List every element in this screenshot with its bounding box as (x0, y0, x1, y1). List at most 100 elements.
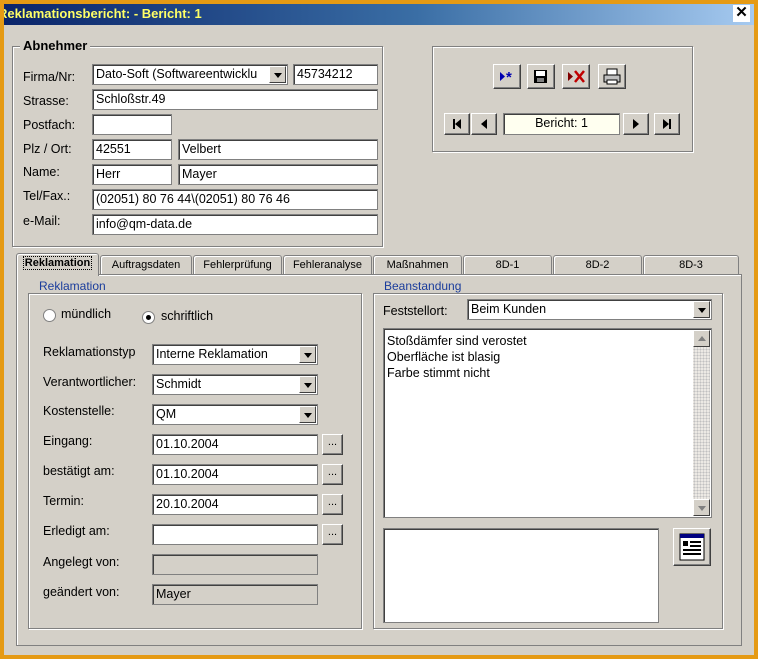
new-record-button[interactable]: * (493, 64, 521, 89)
name-field[interactable]: Mayer (178, 164, 378, 185)
geaendert-field: Mayer (152, 584, 318, 605)
close-icon: ✕ (735, 4, 748, 21)
report-sheet-icon (679, 533, 705, 561)
chevron-down-icon[interactable] (693, 301, 710, 318)
svg-text:*: * (506, 69, 512, 86)
kostenstelle-value: QM (156, 407, 177, 421)
reklamationstyp-value: Interne Reklamation (156, 347, 268, 361)
chevron-down-icon[interactable] (299, 346, 316, 363)
tel-fax-field[interactable]: (02051) 80 76 44\(02051) 80 76 46 (92, 189, 378, 210)
tab-8d-2-label: 8D-2 (585, 259, 610, 271)
tab-8d-1[interactable]: 8D-1 (463, 255, 552, 275)
last-record-button[interactable] (654, 113, 680, 135)
next-record-button[interactable] (623, 113, 649, 135)
anrede-field[interactable]: Herr (92, 164, 172, 185)
radio-muendlich-label: mündlich (61, 307, 112, 321)
tab-8d-1-label: 8D-1 (495, 259, 520, 271)
delete-record-button[interactable] (562, 64, 590, 89)
tab-8d-3-label: 8D-3 (679, 259, 703, 271)
report-button[interactable] (673, 528, 711, 566)
firma-value: Dato-Soft (Softwareentwicklu (96, 67, 258, 81)
angelegt-field (152, 554, 318, 575)
bestaetigt-picker-button[interactable]: ... (322, 464, 343, 485)
tab-8d-2[interactable]: 8D-2 (553, 255, 642, 275)
firma-nr-field[interactable]: 45734212 (293, 64, 378, 85)
eingang-label: Eingang: (43, 434, 93, 448)
record-label: Bericht: 1 (535, 116, 588, 130)
strasse-label: Strasse: (23, 94, 69, 108)
tab-8d-3[interactable]: 8D-3 (643, 255, 739, 275)
termin-label: Termin: (43, 494, 84, 508)
firma-label: Firma/Nr: (23, 70, 76, 84)
postfach-field[interactable] (92, 114, 172, 135)
tab-reklamation-label: Reklamation (22, 256, 93, 270)
beanstandung-line: Stoßdämfer sind verostet (387, 334, 527, 348)
scroll-down-arrow-icon[interactable] (693, 499, 710, 516)
vertical-scrollbar[interactable] (693, 330, 710, 516)
save-button[interactable] (527, 64, 555, 89)
tab-massnahmen[interactable]: Maßnahmen (373, 255, 462, 275)
kostenstelle-label: Kostenstelle: (43, 404, 115, 418)
tab-fehleranalyse[interactable]: Fehleranalyse (283, 255, 372, 275)
notes-textarea[interactable] (383, 528, 659, 623)
email-label: e-Mail: (23, 214, 61, 228)
strasse-field[interactable]: Schloßstr.49 (92, 89, 378, 110)
close-button[interactable]: ✕ (733, 5, 750, 22)
erledigt-field[interactable] (152, 524, 318, 545)
verantwortlicher-select[interactable]: Schmidt (152, 374, 318, 395)
record-indicator: Bericht: 1 (503, 113, 620, 135)
erledigt-picker-button[interactable]: ... (322, 524, 343, 545)
save-icon (534, 70, 547, 83)
name-label: Name: (23, 165, 60, 179)
chevron-down-icon[interactable] (299, 406, 316, 423)
tab-auftragsdaten[interactable]: Auftragsdaten (100, 255, 192, 275)
next-record-icon (633, 119, 639, 129)
tab-fehlerpruefung[interactable]: Fehlerprüfung (193, 255, 282, 275)
eingang-field[interactable]: 01.10.2004 (152, 434, 318, 455)
radio-schriftlich[interactable] (142, 311, 155, 324)
first-record-button[interactable] (444, 113, 470, 135)
tab-auftragsdaten-label: Auftragsdaten (111, 259, 181, 271)
previous-record-button[interactable] (471, 113, 497, 135)
reklamation-legend: Reklamation (36, 279, 109, 293)
reklamationstyp-label: Reklamationstyp (43, 345, 136, 359)
postfach-label: Postfach: (23, 118, 76, 132)
scroll-up-arrow-icon[interactable] (693, 330, 710, 347)
verantwortlicher-label: Verantwortlicher: (43, 375, 137, 389)
feststellort-select[interactable]: Beim Kunden (467, 299, 712, 320)
eingang-picker-button[interactable]: ... (322, 434, 343, 455)
beanstandung-textarea[interactable]: Stoßdämfer sind verostet Oberfläche ist … (383, 328, 712, 518)
navigator-group (432, 46, 693, 152)
printer-icon (603, 68, 621, 85)
termin-field[interactable]: 20.10.2004 (152, 494, 318, 515)
title-bar: Reklamationsbericht: - Bericht: 1 ✕ (4, 4, 754, 25)
firma-select[interactable]: Dato-Soft (Softwareentwicklu (92, 64, 288, 85)
tab-reklamation[interactable]: Reklamation (16, 253, 99, 276)
tab-fehleranalyse-label: Fehleranalyse (292, 259, 363, 271)
termin-picker-button[interactable]: ... (322, 494, 343, 515)
tab-massnahmen-label: Maßnahmen (386, 259, 449, 271)
beanstandung-legend: Beanstandung (381, 279, 465, 293)
tab-fehlerpruefung-label: Fehlerprüfung (203, 259, 272, 271)
ort-field[interactable]: Velbert (178, 139, 378, 160)
beanstandung-line: Farbe stimmt nicht (387, 366, 490, 380)
abnehmer-legend: Abnehmer (20, 38, 91, 53)
feststellort-value: Beim Kunden (471, 302, 547, 316)
kostenstelle-select[interactable]: QM (152, 404, 318, 425)
email-field[interactable]: info@qm-data.de (92, 214, 378, 235)
plz-field[interactable]: 42551 (92, 139, 172, 160)
first-record-icon (453, 119, 461, 129)
bestaetigt-label: bestätigt am: (43, 464, 115, 478)
verantwortlicher-value: Schmidt (156, 377, 202, 391)
print-button[interactable] (598, 64, 626, 89)
reklamationstyp-select[interactable]: Interne Reklamation (152, 344, 318, 365)
erledigt-label: Erledigt am: (43, 524, 110, 538)
chevron-down-icon[interactable] (299, 376, 316, 393)
tel-fax-label: Tel/Fax.: (23, 189, 71, 203)
radio-muendlich[interactable] (43, 309, 56, 322)
report-window: Reklamationsbericht: - Bericht: 1 ✕ Abne… (4, 4, 754, 655)
bestaetigt-field[interactable]: 01.10.2004 (152, 464, 318, 485)
angelegt-label: Angelegt von: (43, 555, 120, 569)
chevron-down-icon[interactable] (269, 66, 286, 83)
radio-schriftlich-label: schriftlich (161, 309, 214, 323)
